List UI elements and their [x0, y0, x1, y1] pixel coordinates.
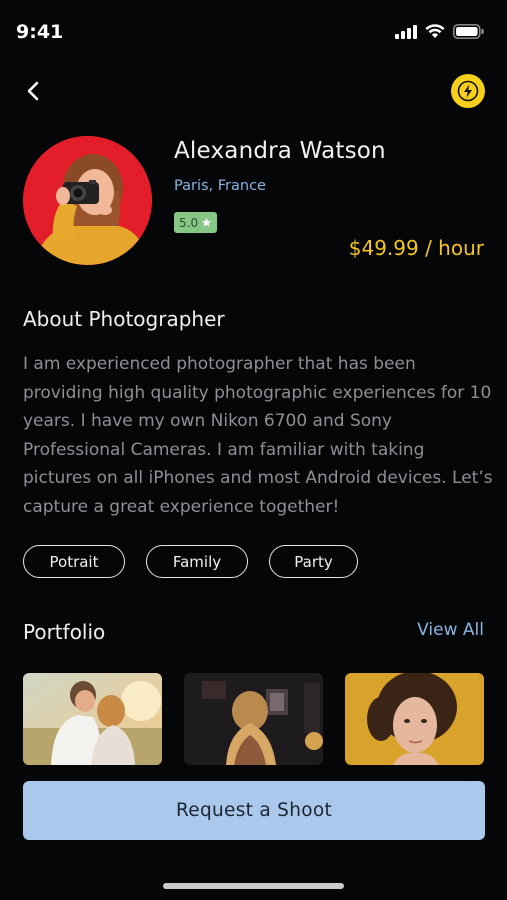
portfolio-gallery [23, 673, 484, 765]
status-bar: 9:41 [0, 0, 507, 64]
signal-icon [395, 24, 417, 39]
status-icons [395, 24, 485, 39]
chevron-left-icon [27, 81, 39, 101]
rating-badge: 5.0 [174, 212, 218, 233]
portfolio-photo-couple[interactable] [23, 673, 162, 765]
about-text: I am experienced photographer that has b… [23, 354, 493, 517]
portfolio-photo-woman-back[interactable] [184, 673, 323, 765]
portfolio-photo-portrait[interactable] [345, 673, 484, 765]
photographer-avatar [23, 136, 152, 265]
battery-icon [453, 24, 484, 39]
portfolio-heading: Portfolio [23, 620, 106, 644]
hourly-price: $49.99 / hour [348, 236, 484, 260]
photographer-location: Paris, France [174, 178, 266, 194]
photographer-name: Alexandra Watson [174, 138, 386, 164]
view-all-link[interactable]: View All [417, 620, 484, 640]
specialty-tags: Potrait Family Party [23, 545, 358, 578]
star-icon [202, 217, 212, 227]
tag-party[interactable]: Party [269, 545, 358, 578]
lightning-icon [457, 80, 479, 102]
flash-button[interactable] [451, 74, 485, 108]
wifi-icon [425, 24, 445, 38]
about-heading: About Photographer [23, 307, 225, 331]
tag-potrait[interactable]: Potrait [23, 545, 125, 578]
status-time: 9:41 [16, 21, 64, 43]
back-button[interactable] [18, 76, 48, 106]
request-shoot-button[interactable]: Request a Shoot [23, 781, 485, 840]
rating-value: 5.0 [179, 215, 199, 230]
tag-family[interactable]: Family [146, 545, 248, 578]
home-indicator [163, 883, 344, 889]
